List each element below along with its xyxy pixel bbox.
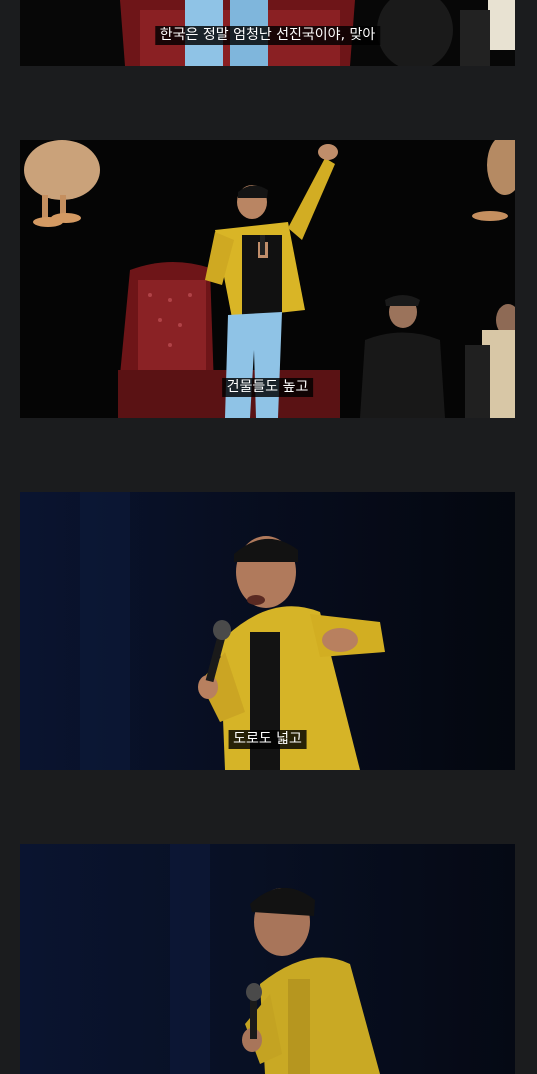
stage-scene-image — [20, 844, 515, 1074]
stage-scene-image — [20, 492, 515, 770]
subtitle-caption: 한국은 정말 엄청난 선진국이야, 맞아 — [154, 26, 381, 45]
image-feed: 한국은 정말 엄청난 선진국이야, 맞아 건물들도 높고 도로도 넓고 — [0, 0, 537, 1074]
video-frame-4[interactable] — [20, 844, 515, 1074]
subtitle-caption: 건물들도 높고 — [221, 378, 314, 397]
video-frame-1[interactable]: 한국은 정말 엄청난 선진국이야, 맞아 — [20, 0, 515, 66]
stage-scene-image — [20, 140, 515, 418]
subtitle-caption: 도로도 넓고 — [228, 730, 307, 749]
video-frame-3[interactable]: 도로도 넓고 — [20, 492, 515, 770]
video-frame-2[interactable]: 건물들도 높고 — [20, 140, 515, 418]
